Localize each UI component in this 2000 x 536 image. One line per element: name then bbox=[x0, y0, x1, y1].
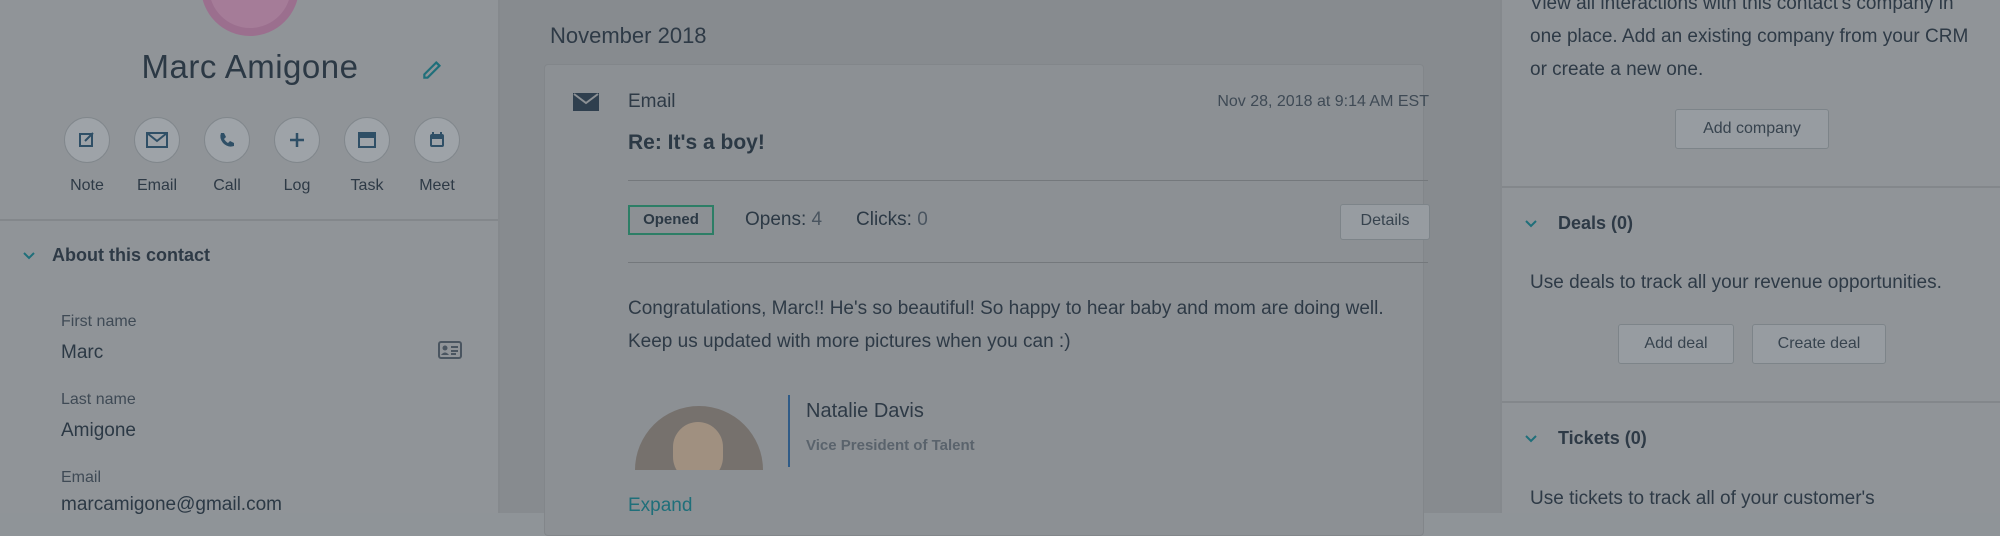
first-name-field[interactable]: Marc bbox=[61, 342, 103, 364]
divider bbox=[1502, 186, 2000, 188]
avatar bbox=[201, 0, 299, 36]
tickets-title: Tickets (0) bbox=[1558, 428, 1647, 448]
divider bbox=[628, 262, 1428, 263]
clicks-value: 0 bbox=[917, 209, 928, 230]
call-icon[interactable] bbox=[204, 117, 250, 163]
signature-title: Vice President of Talent bbox=[806, 437, 975, 454]
expand-link[interactable]: Expand bbox=[628, 495, 692, 517]
last-name-label: Last name bbox=[61, 391, 136, 408]
contact-actions: Note Email Call Log Task Meet bbox=[52, 117, 472, 195]
chevron-down-icon bbox=[1525, 219, 1537, 227]
tickets-section-toggle[interactable]: Tickets (0) bbox=[1524, 428, 1647, 449]
clicks-count: Clicks: 0 bbox=[856, 209, 928, 231]
log-action[interactable]: Log bbox=[262, 117, 332, 195]
companies-description: View all interactions with this contact'… bbox=[1530, 0, 1969, 80]
first-name-label: First name bbox=[61, 313, 137, 330]
call-label: Call bbox=[213, 177, 241, 194]
about-section-toggle[interactable]: About this contact bbox=[22, 245, 210, 266]
about-section-title: About this contact bbox=[52, 245, 210, 265]
mail-icon bbox=[573, 93, 599, 111]
email-action[interactable]: Email bbox=[122, 117, 192, 195]
note-icon[interactable] bbox=[64, 117, 110, 163]
meet-action[interactable]: Meet bbox=[402, 117, 472, 195]
note-label: Note bbox=[70, 177, 104, 194]
email-icon[interactable] bbox=[134, 117, 180, 163]
activity-type: Email bbox=[628, 91, 676, 112]
opens-value: 4 bbox=[811, 209, 823, 230]
clicks-label: Clicks: bbox=[856, 209, 912, 230]
opens-count: Opens: 4 bbox=[745, 209, 822, 231]
details-button[interactable]: Details bbox=[1340, 204, 1430, 240]
divider bbox=[628, 180, 1428, 181]
last-name-field[interactable]: Amigone bbox=[61, 420, 136, 442]
divider bbox=[1502, 401, 2000, 403]
pencil-icon[interactable] bbox=[420, 56, 446, 82]
contact-card-icon[interactable] bbox=[438, 340, 462, 360]
chevron-down-icon bbox=[23, 251, 35, 259]
email-field-label: Email bbox=[61, 469, 102, 486]
signature-divider bbox=[788, 395, 790, 467]
status-badge: Opened bbox=[628, 205, 714, 235]
divider bbox=[0, 219, 498, 221]
plus-icon[interactable] bbox=[274, 117, 320, 163]
email-label: Email bbox=[136, 177, 177, 194]
calendar-icon[interactable] bbox=[414, 117, 460, 163]
deals-section-toggle[interactable]: Deals (0) bbox=[1524, 213, 1633, 234]
task-action[interactable]: Task bbox=[332, 117, 402, 195]
tickets-description: Use tickets to track all of your custome… bbox=[1530, 488, 1875, 509]
activity-date: Nov 28, 2018 at 9:14 AM EST bbox=[1217, 93, 1429, 110]
log-label: Log bbox=[283, 177, 311, 194]
deals-description: Use deals to track all your revenue oppo… bbox=[1530, 272, 1942, 293]
meet-label: Meet bbox=[419, 177, 455, 194]
timeline-month: November 2018 bbox=[550, 23, 707, 48]
create-deal-button[interactable]: Create deal bbox=[1752, 324, 1886, 364]
add-company-button[interactable]: Add company bbox=[1675, 109, 1829, 149]
task-icon[interactable] bbox=[344, 117, 390, 163]
opens-label: Opens: bbox=[745, 209, 807, 230]
task-label: Task bbox=[350, 177, 384, 194]
contact-sidebar: Marc Amigone Note Email Call Log Task Me… bbox=[0, 0, 500, 515]
note-action[interactable]: Note bbox=[52, 117, 122, 195]
email-subject[interactable]: Re: It's a boy! bbox=[628, 131, 765, 155]
call-action[interactable]: Call bbox=[192, 117, 262, 195]
signature-name: Natalie Davis bbox=[806, 400, 924, 422]
add-deal-button[interactable]: Add deal bbox=[1618, 324, 1734, 364]
chevron-down-icon bbox=[1525, 434, 1537, 442]
email-body: Congratulations, Marc!! He's so beautifu… bbox=[628, 298, 1384, 352]
deals-title: Deals (0) bbox=[1558, 213, 1634, 233]
